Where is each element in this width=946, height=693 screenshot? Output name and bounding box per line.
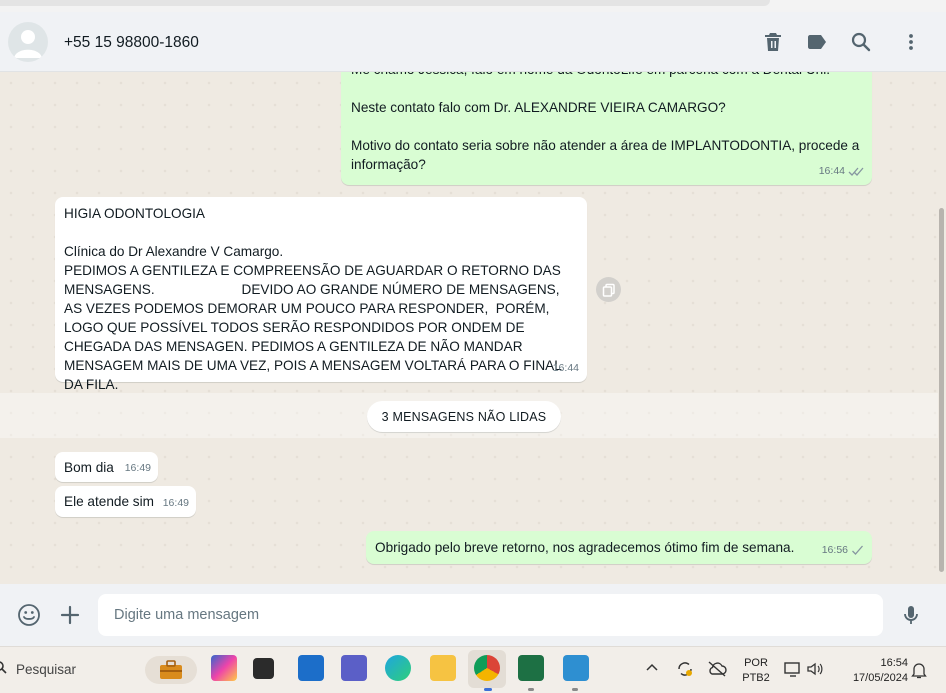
- message-time: 16:44: [552, 362, 579, 374]
- search-icon[interactable]: [849, 30, 873, 54]
- message-incoming[interactable]: HIGIA ODONTOLOGIA Clínica do Dr Alexandr…: [55, 197, 587, 392]
- contact-name[interactable]: +55 15 98800-1860: [64, 34, 199, 52]
- chat-scrollbar[interactable]: [938, 72, 946, 584]
- search-highlight: [145, 656, 197, 684]
- volume-icon[interactable]: [806, 661, 824, 682]
- default-avatar-icon: [14, 30, 42, 58]
- message-meta: 16:49: [163, 494, 189, 513]
- message-time: 16:56: [821, 544, 848, 556]
- keyboard-layout: PTB2: [742, 672, 770, 684]
- mic-icon[interactable]: [899, 603, 923, 627]
- browser-top-strip: [0, 0, 946, 12]
- chrome-icon[interactable]: [474, 655, 500, 681]
- network-icon[interactable]: [784, 661, 802, 682]
- notifications-bell-icon[interactable]: [911, 662, 927, 684]
- menu-icon[interactable]: [899, 30, 923, 54]
- contact-avatar[interactable]: [8, 22, 48, 62]
- message-text: Obrigado pelo breve retorno, nos agradec…: [375, 540, 795, 555]
- chrome-running-indicator: [484, 688, 492, 691]
- edge-icon[interactable]: [385, 655, 411, 681]
- input-language[interactable]: POR PTB2: [737, 656, 775, 686]
- message-meta: 16:44: [553, 359, 579, 378]
- scrollbar-thumb[interactable]: [939, 208, 944, 572]
- delete-icon[interactable]: [761, 30, 785, 54]
- browser-bar: [0, 0, 770, 6]
- label-icon[interactable]: [805, 30, 829, 54]
- clock-date: 17/05/2024: [852, 672, 908, 684]
- message-incoming[interactable]: Bom dia 16:49: [55, 452, 158, 482]
- message-text: HIGIA ODONTOLOGIA Clínica do Dr Alexandr…: [64, 206, 562, 392]
- message-meta: 16:44: [819, 162, 864, 181]
- emoji-icon[interactable]: [17, 603, 41, 627]
- unread-messages-badge: 3 MENSAGENS NÃO LIDAS: [367, 401, 561, 432]
- task-view-icon[interactable]: [253, 658, 274, 679]
- message-time: 16:49: [124, 462, 151, 474]
- message-time: 16:44: [818, 165, 845, 177]
- store-icon[interactable]: [298, 655, 324, 681]
- message-incoming[interactable]: Ele atende sim 16:49: [55, 486, 196, 517]
- briefcase-icon: [160, 660, 182, 679]
- forward-icon[interactable]: [596, 277, 621, 302]
- excel-running-indicator: [528, 688, 534, 691]
- copilot-icon[interactable]: [211, 655, 237, 681]
- language-code: POR: [744, 657, 768, 669]
- notepad-running-indicator: [572, 688, 578, 691]
- excel-icon[interactable]: [518, 655, 544, 681]
- message-outgoing[interactable]: Obrigado pelo breve retorno, nos agradec…: [366, 531, 872, 564]
- message-meta: 16:49: [125, 459, 151, 478]
- taskbar-search-icon: [0, 661, 8, 678]
- taskbar-clock[interactable]: 16:54 17/05/2024: [838, 656, 908, 686]
- chat-header[interactable]: +55 15 98800-1860: [0, 12, 946, 72]
- clock-time: 16:54: [880, 657, 908, 669]
- single-check-icon: [852, 545, 863, 555]
- plus-icon[interactable]: [58, 603, 82, 627]
- message-meta: 16:56: [822, 541, 864, 560]
- tray-expand-icon[interactable]: [646, 661, 658, 675]
- taskbar-search[interactable]: Pesquisar: [0, 656, 200, 684]
- message-composer: [0, 584, 946, 646]
- file-explorer-icon[interactable]: [430, 655, 456, 681]
- cloud-offline-icon[interactable]: [707, 660, 727, 683]
- message-text: Me chamo Jessica, falo em nome da Odonto…: [351, 72, 860, 172]
- message-time: 16:49: [162, 497, 189, 509]
- taskbar-search-label: Pesquisar: [16, 662, 77, 677]
- sync-icon[interactable]: [676, 660, 694, 683]
- chat-area[interactable]: Me chamo Jessica, falo em nome da Odonto…: [0, 72, 938, 584]
- message-outgoing[interactable]: Me chamo Jessica, falo em nome da Odonto…: [341, 72, 872, 185]
- notepad-icon[interactable]: [563, 655, 589, 681]
- os-taskbar: Pesquisar POR PTB2 16:54 17/05/2024: [0, 646, 946, 693]
- double-check-icon: [848, 167, 864, 176]
- message-input[interactable]: [98, 594, 883, 636]
- teams-icon[interactable]: [341, 655, 367, 681]
